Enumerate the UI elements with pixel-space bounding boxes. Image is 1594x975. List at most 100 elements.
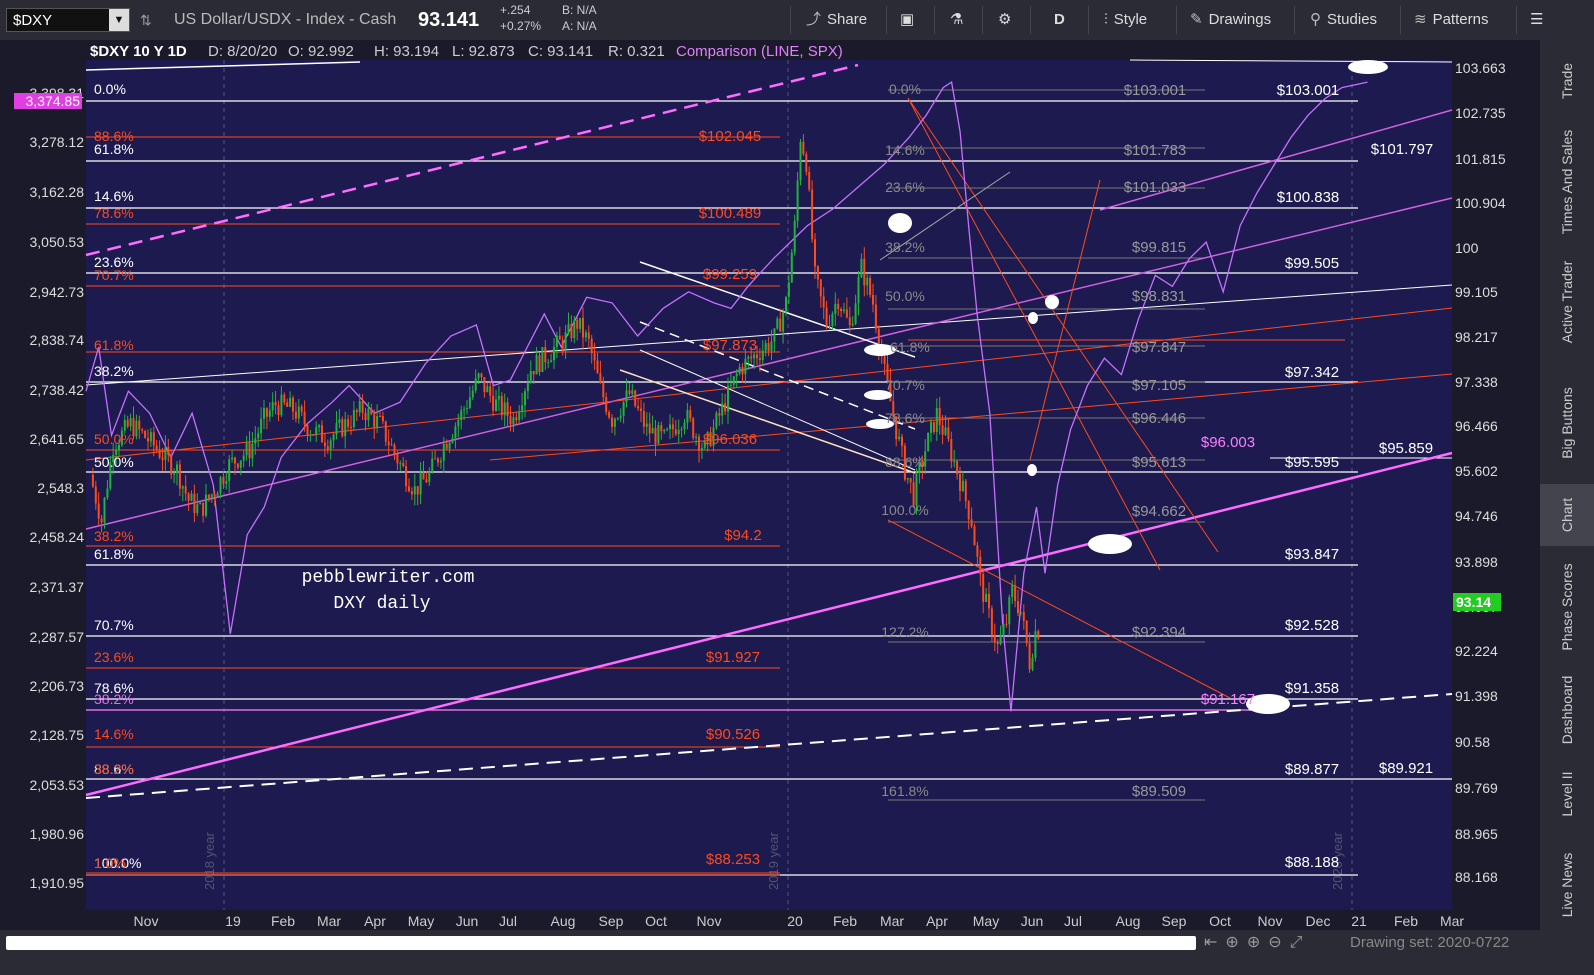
x-tick-label: Dec: [1306, 913, 1331, 929]
candle-body: [558, 335, 561, 340]
candle-body: [294, 411, 297, 419]
zoom-controls[interactable]: ⇤⊕⊕⊖⤢: [1204, 932, 1310, 952]
candle-body: [947, 427, 950, 439]
candle-body: [683, 422, 686, 430]
candle-body: [555, 335, 558, 347]
zoom-out-icon[interactable]: ⊖: [1268, 934, 1289, 951]
detach-icon[interactable]: ▣: [900, 0, 914, 40]
y-tick-right: 88.965: [1455, 826, 1498, 842]
candle-body: [123, 419, 126, 431]
symbol-input[interactable]: $DXY ▼: [6, 8, 130, 32]
candle-body: [553, 346, 555, 361]
candle-body: [582, 317, 584, 338]
tab-trade[interactable]: Trade: [1540, 40, 1594, 122]
tab-times-and-sales[interactable]: Times And Sales: [1540, 122, 1594, 242]
scrollbar[interactable]: [6, 936, 1196, 950]
candle-body: [909, 478, 912, 483]
menu-icon[interactable]: ☰: [1530, 0, 1543, 40]
price-label-white: $89.877: [1285, 761, 1339, 778]
candle-body: [399, 463, 402, 465]
candle-body: [300, 406, 303, 412]
x-tick-label: Feb: [833, 913, 857, 929]
x-tick-label: Nov: [697, 913, 722, 929]
ohlc-low: L: 92.873: [452, 43, 515, 60]
fib-pct-red: 1.0%: [94, 855, 126, 871]
candle-body: [326, 446, 329, 451]
candle-body: [196, 504, 199, 514]
candle-body: [268, 410, 271, 417]
price-label-white: $91.358: [1285, 680, 1339, 697]
candle-body: [645, 423, 648, 427]
chevron-down-icon[interactable]: ▼: [109, 9, 129, 31]
link-icon[interactable]: ⇅: [140, 0, 152, 40]
tab-active-trader[interactable]: Active Trader: [1540, 242, 1594, 362]
candle-body: [883, 356, 886, 364]
candle-body: [915, 472, 918, 506]
tab-dashboard[interactable]: Dashboard: [1540, 668, 1594, 752]
candle-body: [361, 401, 364, 413]
candle-body: [225, 481, 228, 484]
candle-body: [567, 323, 570, 333]
flask-icon[interactable]: ⚗: [950, 0, 963, 40]
x-tick-label: Nov: [1258, 913, 1283, 929]
price-label-grey: $103.001: [1124, 82, 1187, 99]
candle-body: [312, 434, 315, 436]
candle-body: [489, 386, 492, 396]
candle-body: [782, 312, 785, 332]
tab-label: Active Trader: [1559, 260, 1575, 344]
share-button[interactable]: ⤴ Share: [806, 0, 867, 40]
style-button[interactable]: ⫶ Style: [1104, 0, 1147, 40]
toolbar: $DXY ▼ ⇅ US Dollar/USDX - Index - Cash 93…: [0, 0, 1594, 41]
candle-body: [448, 442, 451, 449]
zoom-in-icon[interactable]: ⊕: [1247, 934, 1268, 951]
candle-body: [747, 356, 750, 359]
candle-body: [509, 416, 512, 425]
expand-icon[interactable]: ⤢: [1290, 934, 1311, 951]
price-label-grey: $89.509: [1132, 783, 1186, 800]
crosshair-icon[interactable]: ⊕: [1225, 934, 1246, 951]
marker-ellipse: [1027, 464, 1037, 476]
fib-pct-red: 88.6%: [94, 128, 134, 144]
candle-body: [573, 320, 576, 339]
candle-body: [518, 411, 521, 421]
candle-body: [686, 410, 689, 423]
candle-body: [990, 608, 993, 635]
candle-body: [541, 347, 544, 373]
candle-body: [544, 347, 547, 363]
marker-ellipse: [888, 213, 912, 233]
candle-body: [744, 358, 747, 375]
candle-body: [608, 412, 611, 418]
candle-body: [941, 425, 944, 435]
drawings-button[interactable]: ✎ Drawings: [1190, 0, 1271, 40]
patterns-icon: ≋: [1414, 11, 1427, 28]
candle-body: [477, 373, 480, 379]
price-chart[interactable]: $DXY 10 Y 1D D: 8/20/20 O: 92.992 H: 93.…: [0, 40, 1540, 930]
candle-body: [428, 471, 431, 483]
tab-live-news[interactable]: Live News: [1540, 836, 1594, 934]
candle-body: [422, 472, 425, 480]
studies-button[interactable]: ⚲ Studies: [1310, 0, 1377, 40]
tab-level-ii[interactable]: Level II: [1540, 752, 1594, 836]
collapse-icon[interactable]: ⇤: [1204, 934, 1225, 951]
tab-phase-scores[interactable]: Phase Scores: [1540, 546, 1594, 668]
y-tick-left: 2,128.75: [30, 727, 85, 743]
fib-pct-red: 61.8%: [94, 337, 134, 353]
drawing-set-label[interactable]: Drawing set: 2020-0722: [1350, 934, 1509, 951]
tab-big-buttons[interactable]: Big Buttons: [1540, 362, 1594, 484]
price-label-red: $102.045: [699, 128, 762, 145]
y-tick-left: 3,162.28: [30, 184, 85, 200]
symbol-text: $DXY: [13, 12, 53, 29]
patterns-button[interactable]: ≋ Patterns: [1414, 0, 1488, 40]
candle-body: [94, 486, 97, 504]
period-button[interactable]: D: [1054, 0, 1065, 40]
candle-body: [207, 494, 210, 499]
price-label-pink: $96.003: [1201, 434, 1255, 451]
candle-body: [338, 419, 341, 424]
ohlc-date: D: 8/20/20: [208, 43, 277, 60]
price-label-white: $95.595: [1285, 454, 1339, 471]
price-label-red: $88.253: [706, 851, 760, 868]
tab-chart[interactable]: Chart: [1540, 484, 1594, 546]
candle-body: [993, 634, 996, 643]
y-tick-right: 101.815: [1455, 151, 1506, 167]
gear-icon[interactable]: ⚙: [998, 0, 1011, 40]
